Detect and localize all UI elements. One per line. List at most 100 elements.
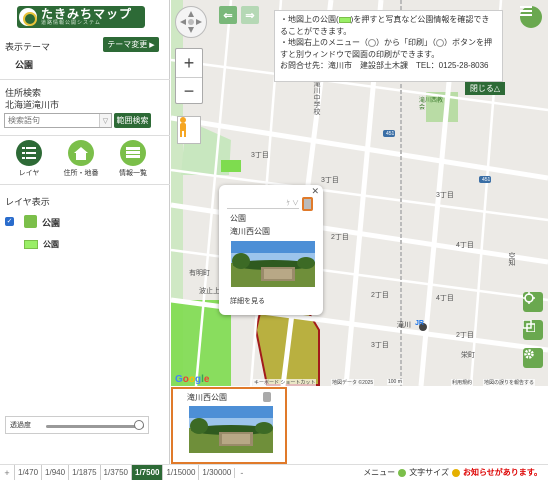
map-label-school: 滝川中学校 bbox=[313, 80, 320, 115]
hamburger-icon bbox=[520, 6, 532, 16]
opacity-slider-handle[interactable] bbox=[134, 420, 145, 430]
menu-link[interactable]: メニュー bbox=[363, 467, 395, 478]
zoom-in-button[interactable]: + bbox=[176, 49, 202, 77]
layer-name: 公園 bbox=[42, 218, 61, 228]
map-label-church: 滝川西教会 bbox=[419, 98, 444, 111]
close-info-label: 閉じる bbox=[469, 84, 494, 93]
layer-button[interactable]: レイヤ bbox=[4, 140, 54, 178]
zoom-control: + − bbox=[175, 48, 203, 104]
popup-search-field[interactable]: ｹ ∨ bbox=[227, 198, 299, 209]
table-icon bbox=[120, 140, 146, 166]
park-photo[interactable] bbox=[189, 406, 273, 453]
app-logo[interactable]: たきみちマップ 道路情報公開システム bbox=[17, 6, 145, 28]
layer-display-label: レイヤ表示 bbox=[5, 197, 50, 207]
text-size-link[interactable]: 文字サイズ bbox=[409, 467, 449, 478]
park-layer-icon bbox=[24, 215, 37, 228]
locate-button[interactable] bbox=[523, 292, 543, 312]
park-photo[interactable] bbox=[231, 241, 315, 287]
info-list-button[interactable]: 情報一覧 bbox=[108, 140, 158, 178]
layer-checkbox[interactable]: ✓ bbox=[5, 217, 14, 226]
divider bbox=[0, 135, 170, 136]
info-line-1a: ・地図上の公園( bbox=[280, 15, 339, 24]
scale-option[interactable]: 1/3750 bbox=[99, 464, 131, 480]
popup-park-name: 滝川西公園 bbox=[230, 227, 270, 236]
gear-icon bbox=[524, 349, 534, 359]
keyboard-shortcut-link[interactable]: キーボード ショートカット bbox=[253, 379, 317, 386]
forward-arrow-icon[interactable]: ⇒ bbox=[241, 6, 259, 24]
map-label-chome: 4丁目 bbox=[436, 295, 454, 302]
print-mini-icon bbox=[436, 38, 444, 47]
map-label-kuni: 空知 bbox=[508, 252, 515, 266]
scale-option[interactable]: 1/15000 bbox=[162, 464, 198, 480]
notice-icon bbox=[451, 468, 460, 477]
scale-option-active[interactable]: 1/7500 bbox=[131, 464, 163, 480]
info-line-2b: ）から「印刷」（ bbox=[376, 38, 436, 47]
search-input[interactable] bbox=[4, 113, 112, 128]
menu-mini-icon bbox=[368, 38, 376, 47]
range-search-button[interactable]: 範囲検索 bbox=[114, 113, 151, 128]
layer-button-label: レイヤ bbox=[18, 170, 40, 177]
map-label-chome: 3丁目 bbox=[321, 177, 339, 184]
theme-change-button[interactable]: テーマ変更 ▶ bbox=[103, 37, 159, 52]
map-label-chome: 3丁目 bbox=[251, 152, 269, 159]
map-attribution: キーボード ショートカット 地図データ ©2025 100 m 利用規約 地図の… bbox=[171, 377, 548, 386]
report-error-link[interactable]: 地図の誤りを報告する bbox=[483, 379, 536, 386]
notice-link[interactable]: お知らせがあります。 bbox=[463, 467, 542, 478]
zoom-out-button[interactable]: − bbox=[176, 77, 202, 105]
map-label-namiage: 波止上 bbox=[199, 288, 220, 295]
terms-link[interactable]: 利用規約 bbox=[451, 379, 474, 386]
divider bbox=[0, 184, 170, 185]
scale-prev-button[interactable]: + bbox=[0, 468, 14, 478]
print-icon[interactable] bbox=[302, 197, 313, 211]
park-swatch-icon bbox=[338, 16, 351, 23]
home-icon bbox=[68, 140, 94, 166]
app-subtitle: 道路情報公開システム bbox=[41, 20, 101, 26]
map-label-chome: 2丁目 bbox=[331, 234, 349, 241]
compass-icon bbox=[180, 11, 202, 33]
map-label-jr: JR bbox=[415, 320, 424, 327]
crosshair-icon bbox=[523, 292, 535, 304]
theme-change-label: テーマ変更 bbox=[107, 40, 148, 49]
road-shield-451: 451 bbox=[482, 177, 491, 183]
opacity-control: 透過度 bbox=[5, 416, 149, 434]
scale-next-button[interactable]: - bbox=[234, 467, 248, 478]
close-icon[interactable]: ✕ bbox=[311, 186, 319, 197]
close-info-button[interactable]: 閉じる △ bbox=[465, 82, 505, 95]
compass-control[interactable] bbox=[175, 6, 207, 38]
print-icon[interactable] bbox=[263, 392, 271, 402]
scale-option[interactable]: 1/940 bbox=[41, 464, 68, 480]
theme-value: 公園 bbox=[15, 60, 34, 70]
logo-mark-icon bbox=[19, 8, 37, 26]
map-label-chome: 3丁目 bbox=[371, 342, 389, 349]
divider bbox=[0, 79, 170, 80]
layers-toggle-button[interactable] bbox=[523, 320, 543, 340]
map-canvas[interactable]: 451 451 3丁目 3丁目 2丁目 4丁目 3丁目 2丁目 4丁目 3丁目 … bbox=[171, 0, 548, 386]
triangle-up-icon: △ bbox=[493, 84, 501, 93]
copy-icon bbox=[523, 320, 535, 332]
map-label-umeda: 栄町 bbox=[461, 352, 475, 359]
sidebar: たきみちマップ 道路情報公開システム 表示テーマ テーマ変更 ▶ 公園 住所検索… bbox=[0, 0, 170, 464]
pegman-icon[interactable] bbox=[177, 116, 201, 144]
map-label-ariake: 有明町 bbox=[189, 270, 210, 277]
scale-option[interactable]: 1/470 bbox=[14, 464, 41, 480]
park-preview-panel[interactable]: 滝川西公園 bbox=[171, 387, 287, 464]
address-lot-button-label: 住所・地番 bbox=[63, 170, 99, 177]
map-label-chome: 4丁目 bbox=[456, 242, 474, 249]
scale-option[interactable]: 1/30000 bbox=[198, 464, 234, 480]
map-label-chome: 3丁目 bbox=[436, 192, 454, 199]
info-list-button-label: 情報一覧 bbox=[119, 170, 147, 177]
list-icon bbox=[16, 140, 42, 166]
settings-button[interactable] bbox=[523, 348, 543, 368]
map-label-station: 滝川 bbox=[397, 322, 411, 329]
chevron-down-icon[interactable]: ▽ bbox=[99, 114, 111, 127]
scale-option[interactable]: 1/1875 bbox=[68, 464, 99, 480]
info-notice-box: ・地図上の公園()を押すと写真など公園情報を確認できることができます。 ・地図右… bbox=[274, 10, 503, 82]
menu-button[interactable] bbox=[520, 6, 542, 28]
opacity-slider-track[interactable] bbox=[46, 425, 144, 428]
back-arrow-icon[interactable]: ⇐ bbox=[219, 6, 237, 24]
legend-swatch bbox=[24, 240, 38, 249]
detail-link[interactable]: 詳細を見る bbox=[230, 296, 265, 306]
address-lot-button[interactable]: 住所・地番 bbox=[56, 140, 106, 178]
map-label-chome: 2丁目 bbox=[371, 292, 389, 299]
map-label-chome: 2丁目 bbox=[456, 332, 474, 339]
